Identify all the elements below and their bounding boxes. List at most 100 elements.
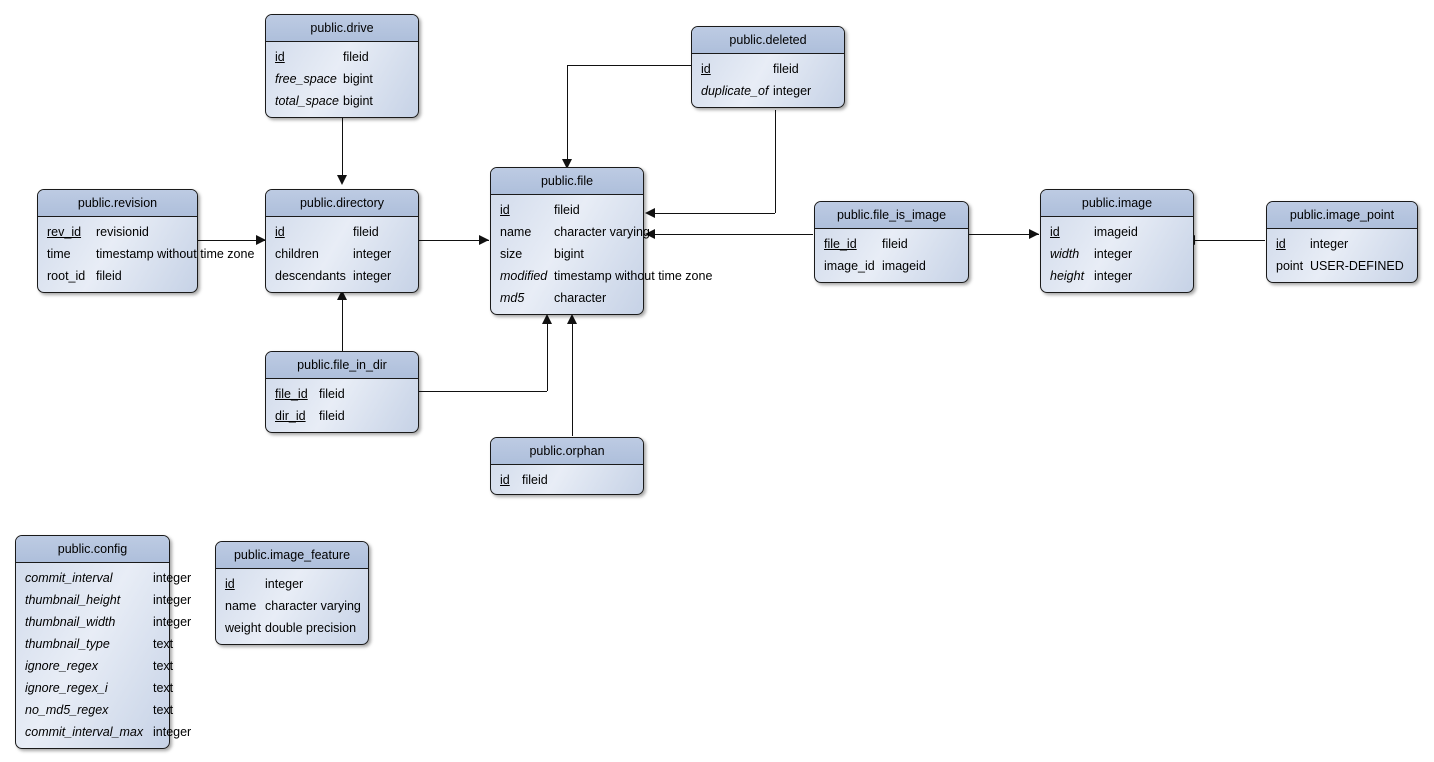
column-name: commit_interval_max bbox=[25, 725, 144, 739]
column-name: id bbox=[500, 473, 510, 487]
entity-deleted-title: public.deleted bbox=[692, 27, 844, 54]
column-row: height integer bbox=[1041, 265, 1193, 287]
column-type: bigint bbox=[554, 247, 584, 261]
column-row: root_id fileid bbox=[38, 265, 197, 287]
column-name: id bbox=[275, 50, 285, 64]
entity-file-title: public.file bbox=[491, 168, 643, 195]
column-name: free_space bbox=[275, 72, 337, 86]
entity-orphan-title: public.orphan bbox=[491, 438, 643, 465]
column-row: md5 character bbox=[491, 287, 643, 309]
entity-file-columns: id fileid name character varying size bigin… bbox=[491, 195, 712, 314]
column-name: id bbox=[275, 225, 285, 239]
column-row: id fileid bbox=[491, 199, 643, 221]
connector-deleted-file-right-h bbox=[655, 213, 775, 214]
column-name: ignore_regex bbox=[25, 659, 98, 673]
column-row: id integer bbox=[1267, 233, 1417, 255]
column-row: modified timestamp without time zone bbox=[491, 265, 712, 287]
column-type: integer bbox=[1310, 237, 1349, 251]
entity-image-point[interactable]: public.image_point id integer point USER-D… bbox=[1266, 201, 1418, 283]
arrowhead-drive-directory bbox=[337, 175, 347, 185]
column-type: text bbox=[153, 659, 174, 673]
column-type: character bbox=[554, 291, 607, 305]
column-name: id bbox=[1050, 225, 1060, 239]
column-name: thumbnail_type bbox=[25, 637, 110, 651]
column-row: free_space bigint bbox=[266, 68, 418, 90]
connector-deleted-file-top-h bbox=[567, 65, 691, 66]
entity-deleted-columns: id fileid duplicate_of integer bbox=[692, 54, 844, 107]
entity-revision[interactable]: public.revision rev_id revisionid time tim… bbox=[37, 189, 254, 293]
column-name: file_id bbox=[275, 387, 308, 401]
column-name: thumbnail_width bbox=[25, 615, 116, 629]
column-name: file_id bbox=[824, 237, 857, 251]
arrowhead-fileisimage-image bbox=[1029, 229, 1039, 239]
connector-filindir-file-h bbox=[419, 391, 547, 392]
entity-drive-columns: id fileid free_space bigint total_space big… bbox=[266, 42, 418, 117]
column-name: commit_interval bbox=[25, 571, 113, 585]
column-name: descendants bbox=[275, 269, 346, 283]
column-name: width bbox=[1050, 247, 1080, 261]
column-name: id bbox=[1276, 237, 1286, 251]
column-row: image_id imageid bbox=[815, 255, 968, 277]
column-row: size bigint bbox=[491, 243, 643, 265]
arrowhead-directory-file bbox=[479, 235, 489, 245]
connector-drive-directory bbox=[342, 117, 343, 175]
column-name: height bbox=[1050, 269, 1085, 283]
entity-image-point-title: public.image_point bbox=[1267, 202, 1417, 229]
column-name: size bbox=[500, 247, 523, 261]
column-name: weight bbox=[225, 621, 262, 635]
connector-imagepoint-image bbox=[1195, 240, 1265, 241]
column-name: dir_id bbox=[275, 409, 306, 423]
entity-config[interactable]: public.config commit_interval integer thu… bbox=[15, 535, 191, 749]
connector-deleted-file-top-v bbox=[567, 65, 568, 160]
column-type: bigint bbox=[343, 94, 373, 108]
column-name: image_id bbox=[824, 259, 875, 273]
er-diagram-canvas: public.drive id fileid free_space bigint t… bbox=[0, 0, 1434, 762]
entity-file-is-image[interactable]: public.file_is_image file_id fileid image… bbox=[814, 201, 969, 283]
column-row: duplicate_of integer bbox=[692, 80, 844, 102]
column-type: integer bbox=[773, 84, 812, 98]
entity-file[interactable]: public.file id fileid name character varyi… bbox=[490, 167, 712, 315]
column-name: thumbnail_height bbox=[25, 593, 121, 607]
column-name: point bbox=[1276, 259, 1304, 273]
entity-config-columns: commit_interval integer thumbnail_heighti… bbox=[16, 563, 191, 748]
entity-image-feature-title: public.image_feature bbox=[216, 542, 368, 569]
column-type: fileid bbox=[353, 225, 379, 239]
entity-drive[interactable]: public.drive id fileid free_space bigint t… bbox=[265, 14, 419, 118]
entity-file-is-image-title: public.file_is_image bbox=[815, 202, 968, 229]
entity-revision-title: public.revision bbox=[38, 190, 197, 217]
arrowhead-orphan-file bbox=[567, 314, 577, 324]
entity-image-feature[interactable]: public.image_feature id integer name chara… bbox=[215, 541, 369, 645]
column-name: name bbox=[500, 225, 532, 239]
column-name: md5 bbox=[500, 291, 525, 305]
column-type: character varying bbox=[554, 225, 650, 239]
column-row: children integer bbox=[266, 243, 418, 265]
column-type: revisionid bbox=[96, 225, 149, 239]
column-row: id integer bbox=[216, 573, 368, 595]
column-row: weight double precision bbox=[216, 617, 368, 639]
entity-image-point-columns: id integer point USER-DEFINED bbox=[1267, 229, 1417, 282]
entity-revision-columns: rev_id revisionid time timestamp without t… bbox=[38, 217, 254, 292]
entity-image-title: public.image bbox=[1041, 190, 1193, 217]
connector-filindir-directory bbox=[342, 296, 343, 352]
column-row: descendants integer bbox=[266, 265, 418, 287]
entity-orphan[interactable]: public.orphan id fileid bbox=[490, 437, 644, 495]
column-type: double precision bbox=[265, 621, 357, 635]
column-type: timestamp without time zone bbox=[554, 269, 713, 283]
column-row: id fileid bbox=[491, 469, 643, 491]
connector-fileisimage-file bbox=[655, 234, 813, 235]
entity-deleted[interactable]: public.deleted id fileid duplicate_of inte… bbox=[691, 26, 845, 108]
entity-image[interactable]: public.image id imageid width integer heig… bbox=[1040, 189, 1194, 293]
column-type: integer bbox=[153, 571, 192, 585]
column-row: dir_id fileid bbox=[266, 405, 418, 427]
column-type: fileid bbox=[319, 409, 345, 423]
column-name: id bbox=[500, 203, 510, 217]
column-type: USER-DEFINED bbox=[1310, 259, 1404, 273]
column-name: no_md5_regex bbox=[25, 703, 109, 717]
entity-image-feature-columns: id integer name character varying weight do… bbox=[216, 569, 368, 644]
column-name: modified bbox=[500, 269, 548, 283]
entity-file-in-dir[interactable]: public.file_in_dir file_id fileid dir_id f… bbox=[265, 351, 419, 433]
column-type: timestamp without time zone bbox=[96, 247, 255, 261]
column-row: ignore_regex text bbox=[16, 655, 173, 677]
column-type: text bbox=[153, 703, 174, 717]
entity-directory[interactable]: public.directory id fileid children intege… bbox=[265, 189, 419, 293]
